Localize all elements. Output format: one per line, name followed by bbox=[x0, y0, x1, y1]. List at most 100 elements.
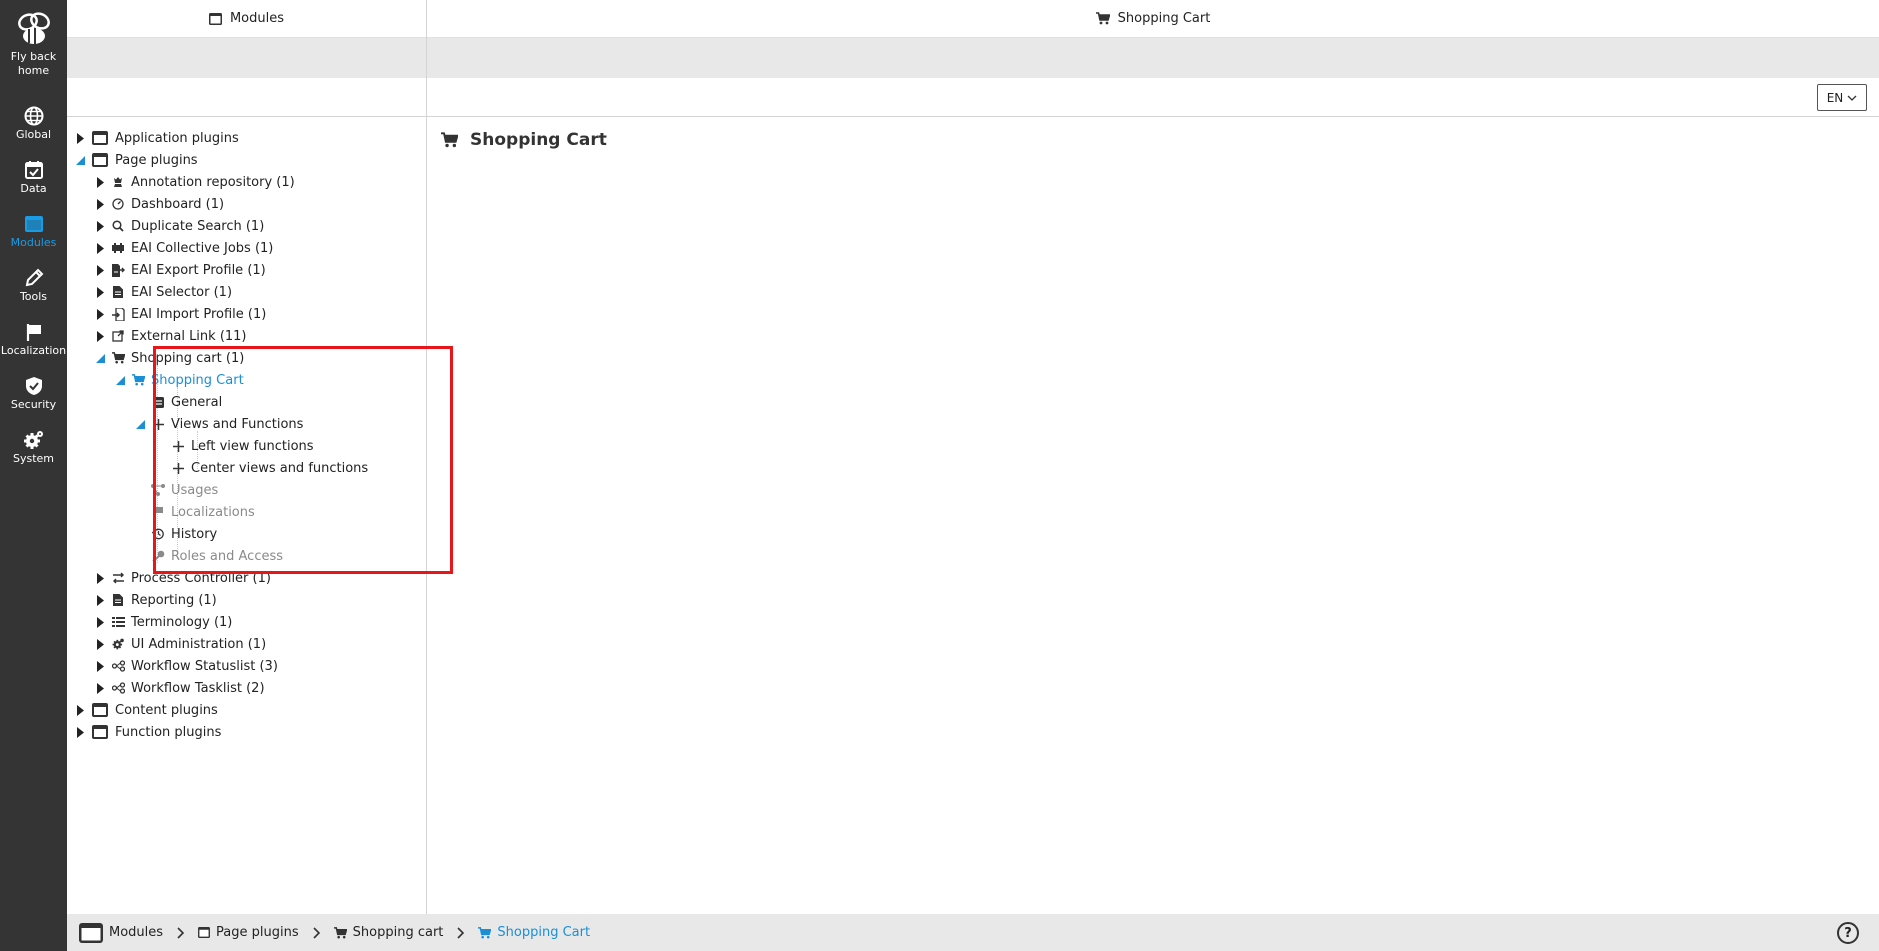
plus-icon bbox=[171, 439, 185, 453]
tree-node-eai-import-profile[interactable]: EAI Import Profile (1) bbox=[95, 303, 266, 325]
expand-caret-icon[interactable] bbox=[95, 264, 105, 276]
page-title-text: Shopping Cart bbox=[470, 130, 607, 150]
expand-caret-icon[interactable] bbox=[95, 594, 105, 606]
main-nav-rail: Fly back home Global Data Modules Tools … bbox=[0, 0, 67, 951]
tree-node-duplicate-search[interactable]: Duplicate Search (1) bbox=[95, 215, 264, 237]
expand-caret-icon[interactable] bbox=[75, 726, 85, 738]
plus-icon bbox=[171, 461, 185, 475]
tree-node-workflow-tasklist[interactable]: Workflow Tasklist (2) bbox=[95, 677, 265, 699]
tree-node-content-plugins[interactable]: Content plugins bbox=[75, 699, 218, 721]
tree-node-usages[interactable]: Usages bbox=[135, 479, 218, 501]
tree-node-workflow-statuslist[interactable]: Workflow Statuslist (3) bbox=[95, 655, 278, 677]
tree-node-eai-selector[interactable]: EAI Selector (1) bbox=[95, 281, 232, 303]
rail-label-modules: Modules bbox=[10, 236, 57, 249]
file-icon bbox=[111, 285, 125, 299]
tree-node-function-plugins[interactable]: Function plugins bbox=[75, 721, 221, 743]
tree-node-label: Workflow Statuslist (3) bbox=[131, 658, 278, 674]
rail-item-tools[interactable]: Tools bbox=[0, 268, 67, 304]
file-import-icon bbox=[111, 307, 125, 321]
rail-item-security[interactable]: Security bbox=[0, 376, 67, 412]
expand-caret-icon[interactable] bbox=[95, 308, 105, 320]
tree-node-dashboard[interactable]: Dashboard (1) bbox=[95, 193, 224, 215]
tree-node-eai-export-profile[interactable]: EAI Export Profile (1) bbox=[95, 259, 266, 281]
chess-icon bbox=[111, 175, 125, 189]
language-value: EN bbox=[1826, 90, 1844, 105]
rail-item-localization[interactable]: Localization bbox=[0, 322, 67, 358]
rail-label-home-2: home bbox=[17, 64, 50, 77]
expand-caret-icon[interactable] bbox=[95, 198, 105, 210]
cart-icon bbox=[478, 926, 492, 938]
tree-node-label: Annotation repository (1) bbox=[131, 174, 295, 190]
expand-caret-icon[interactable] bbox=[95, 242, 105, 254]
window-icon bbox=[24, 216, 43, 232]
tree-node-page-plugins[interactable]: Page plugins bbox=[75, 149, 198, 171]
breadcrumb-item-page-plugins[interactable]: Page plugins bbox=[198, 925, 299, 940]
collapse-caret-icon[interactable] bbox=[135, 418, 145, 430]
cart-icon bbox=[111, 351, 125, 365]
rail-item-home[interactable]: Fly back home bbox=[0, 12, 67, 78]
expand-caret-icon[interactable] bbox=[95, 286, 105, 298]
collapse-caret-icon[interactable] bbox=[95, 352, 105, 364]
help-button[interactable]: ? bbox=[1837, 922, 1859, 944]
chevron-down-icon bbox=[1847, 95, 1857, 101]
expand-caret-icon[interactable] bbox=[95, 638, 105, 650]
breadcrumb-item-shopping-cart-group[interactable]: Shopping cart bbox=[333, 925, 444, 940]
tree-node-reporting[interactable]: Reporting (1) bbox=[95, 589, 217, 611]
tree-node-terminology[interactable]: Terminology (1) bbox=[95, 611, 232, 633]
tree-node-ui-administration[interactable]: UI Administration (1) bbox=[95, 633, 266, 655]
tree-node-general[interactable]: General bbox=[135, 391, 222, 413]
expand-caret-icon[interactable] bbox=[95, 616, 105, 628]
tree-node-label: Dashboard (1) bbox=[131, 196, 225, 212]
window-icon bbox=[91, 152, 109, 168]
rail-item-global[interactable]: Global bbox=[0, 106, 67, 142]
tree-panel-toolbar bbox=[67, 78, 426, 117]
collapse-caret-icon[interactable] bbox=[115, 374, 125, 386]
tree-node-label: Localizations bbox=[171, 504, 255, 520]
tree-panel: Modules Application plugins Page plugins A… bbox=[67, 0, 453, 951]
breadcrumb-item-shopping-cart[interactable]: Shopping Cart bbox=[478, 925, 590, 940]
collapse-caret-icon[interactable] bbox=[75, 154, 85, 166]
breadcrumb-item-modules[interactable]: Modules bbox=[79, 922, 163, 943]
content-panel-title: Shopping Cart bbox=[1117, 11, 1211, 26]
tree-node-process-controller[interactable]: Process Controller (1) bbox=[95, 567, 271, 589]
window-icon bbox=[79, 922, 103, 943]
expand-caret-icon[interactable] bbox=[75, 132, 85, 144]
tree-node-roles-and-access[interactable]: Roles and Access bbox=[135, 545, 283, 567]
language-select[interactable]: EN bbox=[1817, 84, 1867, 111]
tree-node-history[interactable]: History bbox=[135, 523, 217, 545]
expand-caret-icon[interactable] bbox=[75, 704, 85, 716]
rail-label-tools: Tools bbox=[19, 290, 48, 303]
tree-node-label: Shopping cart (1) bbox=[131, 350, 245, 366]
expand-caret-icon[interactable] bbox=[95, 660, 105, 672]
expand-caret-icon[interactable] bbox=[95, 176, 105, 188]
expand-caret-icon[interactable] bbox=[95, 682, 105, 694]
tree-node-eai-collective-jobs[interactable]: EAI Collective Jobs (1) bbox=[95, 237, 273, 259]
rail-item-modules[interactable]: Modules bbox=[0, 214, 67, 250]
expand-caret-icon[interactable] bbox=[95, 330, 105, 342]
expand-caret-icon[interactable] bbox=[95, 572, 105, 584]
gauge-icon bbox=[111, 197, 125, 211]
gears-icon bbox=[111, 637, 125, 651]
rail-label-security: Security bbox=[10, 398, 57, 411]
chevron-right-icon bbox=[177, 926, 185, 939]
tree-node-label: Center views and functions bbox=[191, 460, 369, 476]
tree-node-external-link[interactable]: External Link (11) bbox=[95, 325, 247, 347]
tree-node-label: EAI Selector (1) bbox=[131, 284, 233, 300]
tree-node-shopping-cart[interactable]: Shopping Cart bbox=[115, 369, 244, 391]
flag-icon bbox=[26, 324, 41, 341]
workflow-icon bbox=[111, 681, 125, 695]
tree-node-center-views-and-functions[interactable]: Center views and functions bbox=[155, 457, 368, 479]
expand-caret-icon[interactable] bbox=[95, 220, 105, 232]
tree-node-localizations[interactable]: Localizations bbox=[135, 501, 255, 523]
tree-node-annotation-repository[interactable]: Annotation repository (1) bbox=[95, 171, 295, 193]
breadcrumb-label: Shopping cart bbox=[352, 925, 444, 940]
rail-item-system[interactable]: System bbox=[0, 430, 67, 466]
content-panel: Shopping Cart EN Shopping Cart bbox=[427, 0, 1879, 951]
tree-node-application-plugins[interactable]: Application plugins bbox=[75, 127, 239, 149]
tree-node-views-and-functions[interactable]: Views and Functions bbox=[135, 413, 303, 435]
tree-node-left-view-functions[interactable]: Left view functions bbox=[155, 435, 314, 457]
tree-node-shopping-cart[interactable]: Shopping cart (1) bbox=[95, 347, 244, 369]
tree-node-label: History bbox=[171, 526, 218, 542]
rail-item-data[interactable]: Data bbox=[0, 160, 67, 196]
tree-node-label: Views and Functions bbox=[171, 416, 304, 432]
